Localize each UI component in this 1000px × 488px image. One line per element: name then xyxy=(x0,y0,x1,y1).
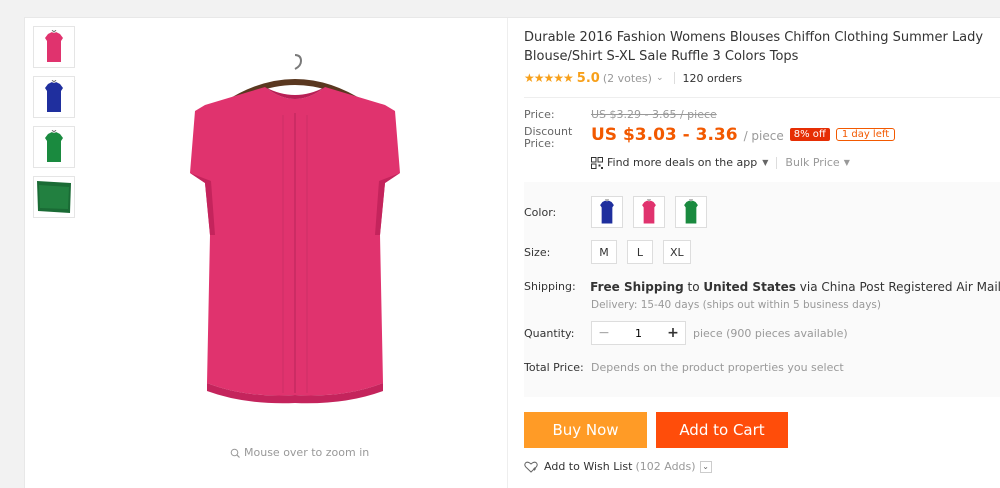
price-label: Price: xyxy=(524,107,555,121)
discount-badge: 8% off xyxy=(789,128,830,141)
total-price-hint: Depends on the product properties you se… xyxy=(591,361,844,374)
shipping-country-select[interactable]: United States xyxy=(703,280,796,294)
color-label: Color: xyxy=(524,205,557,219)
app-deals-link[interactable]: Find more deals on the app xyxy=(607,156,757,169)
rating-row: ★★★★★ 5.0 (2 votes) ⌄ 120 orders xyxy=(524,69,1000,87)
discount-price: US $3.03 - 3.36 xyxy=(591,125,738,145)
separator xyxy=(776,156,778,169)
heart-icon[interactable] xyxy=(524,461,538,473)
color-swatch-pink[interactable] xyxy=(633,196,665,228)
quantity-stepper: − + xyxy=(591,321,686,345)
zoom-hint: Mouse over to zoom in xyxy=(230,446,369,459)
blouse-green-icon xyxy=(684,199,698,224)
delivery-estimate: Delivery: 15-40 days (ships out within 5… xyxy=(591,299,881,311)
main-product-image[interactable] xyxy=(175,53,415,433)
chevron-down-icon[interactable]: ⌄ xyxy=(656,73,664,83)
total-price-label: Total Price: xyxy=(524,361,584,374)
quantity-input[interactable] xyxy=(616,322,661,344)
price-section: Price: US $3.29 - 3.65 / piece Discount … xyxy=(524,98,1000,169)
shipping-label: Shipping: xyxy=(524,280,576,293)
column-divider xyxy=(507,18,508,488)
available-pieces: piece (900 pieces available) xyxy=(693,326,848,340)
app-deals-row: Find more deals on the app ▼ Bulk Price … xyxy=(591,156,1000,169)
sku-section: Color: Size: M L XL Shipping: Free Shipp… xyxy=(524,182,1000,397)
product-page: Mouse over to zoom in Durable 2016 Fashi… xyxy=(24,17,1000,488)
bulk-price-link[interactable]: Bulk Price xyxy=(785,156,839,169)
chevron-down-icon[interactable]: ⌄ xyxy=(699,460,712,473)
size-option-m[interactable]: M xyxy=(591,240,617,264)
thumbnail-blue-blouse[interactable] xyxy=(33,76,75,118)
days-left-badge: 1 day left xyxy=(835,128,896,141)
caret-down-icon[interactable]: ▼ xyxy=(762,158,768,167)
minus-icon[interactable]: − xyxy=(592,322,616,344)
blouse-blue-icon xyxy=(600,199,614,224)
add-to-wish-list-link[interactable]: Add to Wish List xyxy=(544,460,632,473)
shipping-info: Free Shipping to United States via China… xyxy=(590,280,1000,294)
plus-icon[interactable]: + xyxy=(661,322,685,344)
separator xyxy=(673,72,675,84)
per-piece-unit: / piece xyxy=(743,129,784,143)
blouse-pink-icon xyxy=(45,30,63,62)
wish-list-count: (102 Adds) xyxy=(635,460,696,473)
color-swatch-green[interactable] xyxy=(675,196,707,228)
shipping-method[interactable]: via China Post Registered Air Mail xyxy=(796,280,1000,294)
quantity-label: Quantity: xyxy=(524,326,575,340)
wish-list-row: Add to Wish List (102 Adds) ⌄ xyxy=(524,460,1000,473)
add-to-cart-button[interactable]: Add to Cart xyxy=(656,412,788,448)
thumbnail-list xyxy=(33,26,75,226)
star-rating-icon: ★★★★★ xyxy=(524,71,574,85)
qr-code-icon xyxy=(591,156,603,169)
product-title: Durable 2016 Fashion Womens Blouses Chif… xyxy=(524,30,984,64)
original-price: US $3.29 - 3.65 / piece xyxy=(591,107,717,121)
blouse-green-icon xyxy=(45,130,63,162)
discount-price-label: Discount Price: xyxy=(524,125,573,150)
size-option-xl[interactable]: XL xyxy=(663,240,691,264)
votes-link[interactable]: (2 votes) xyxy=(603,72,652,85)
thumbnail-green-blouse[interactable] xyxy=(33,126,75,168)
size-label: Size: xyxy=(524,245,551,259)
fabric-green-icon xyxy=(37,181,71,213)
zoom-hint-text: Mouse over to zoom in xyxy=(244,446,370,459)
color-swatch-blue[interactable] xyxy=(591,196,623,228)
action-buttons: Buy Now Add to Cart xyxy=(524,412,1000,448)
size-option-l[interactable]: L xyxy=(627,240,653,264)
product-info: Durable 2016 Fashion Womens Blouses Chif… xyxy=(524,18,1000,473)
magnifier-icon xyxy=(230,448,240,458)
blouse-pink-icon xyxy=(642,199,656,224)
buy-now-button[interactable]: Buy Now xyxy=(524,412,647,448)
blouse-blue-icon xyxy=(45,80,63,112)
caret-down-icon[interactable]: ▼ xyxy=(844,158,850,167)
rating-value: 5.0 xyxy=(576,70,600,86)
free-shipping: Free Shipping xyxy=(590,280,684,294)
orders-count: 120 orders xyxy=(682,71,743,85)
thumbnail-green-fabric[interactable] xyxy=(33,176,75,218)
thumbnail-pink-blouse[interactable] xyxy=(33,26,75,68)
shipping-to: to xyxy=(683,280,704,294)
